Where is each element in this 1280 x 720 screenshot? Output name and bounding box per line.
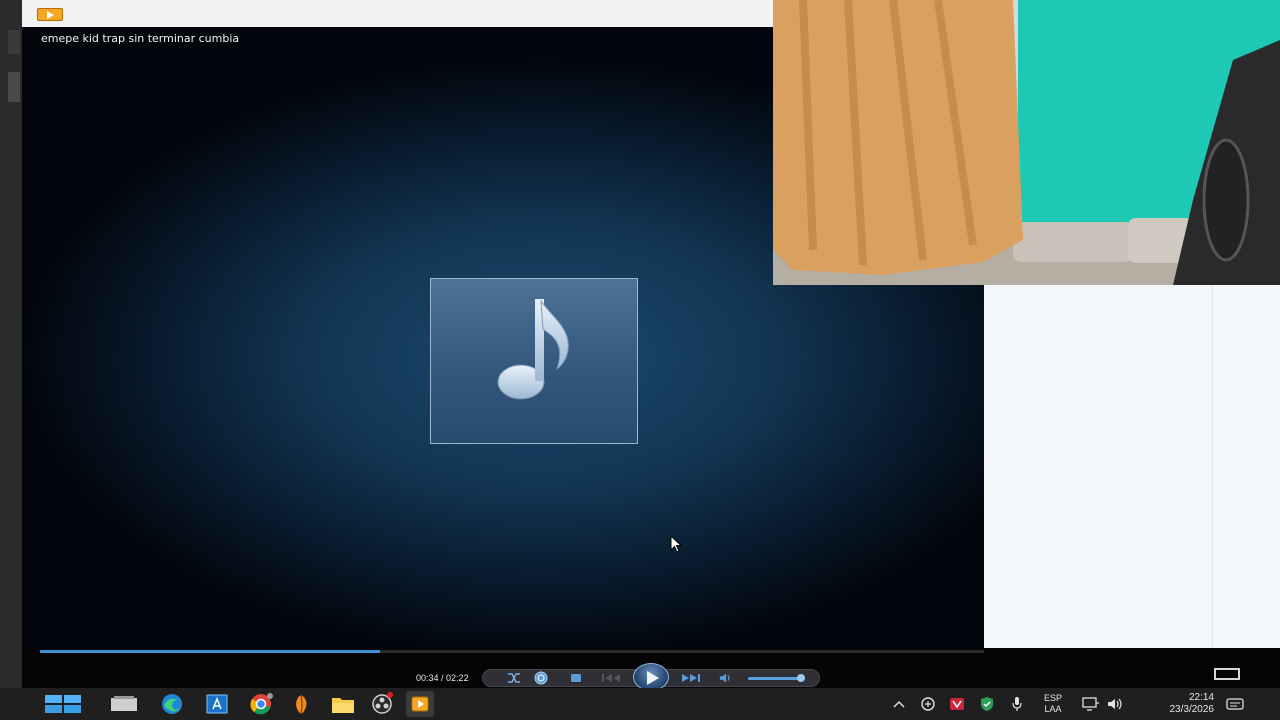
media-player-app-icon bbox=[37, 8, 63, 21]
obs-button[interactable] bbox=[370, 692, 394, 716]
store-icon bbox=[206, 694, 228, 714]
shuffle-button[interactable] bbox=[507, 672, 521, 684]
clock-time: 22:14 bbox=[1188, 692, 1214, 703]
previous-button[interactable] bbox=[598, 672, 626, 684]
language-line2: LAA bbox=[1044, 704, 1062, 714]
webcam-feed-image bbox=[773, 0, 1280, 285]
tray-item-sync[interactable] bbox=[919, 696, 937, 712]
tray-network[interactable] bbox=[1082, 696, 1100, 712]
mute-icon bbox=[719, 673, 730, 683]
time-readout: 00:34 / 02:22 bbox=[416, 673, 469, 683]
next-icon bbox=[682, 674, 700, 682]
time-separator: / bbox=[438, 673, 447, 683]
start-button[interactable] bbox=[44, 692, 81, 716]
seek-progress bbox=[40, 650, 380, 653]
start-icon bbox=[44, 695, 81, 713]
volume-slider[interactable] bbox=[748, 677, 804, 680]
stop-button[interactable] bbox=[569, 672, 583, 684]
media-player-taskbar-button[interactable] bbox=[406, 691, 434, 717]
system-clock[interactable]: 22:14 23/3/2026 bbox=[1136, 692, 1215, 716]
background-window-panel bbox=[984, 285, 1280, 648]
chrome-icon bbox=[250, 693, 273, 715]
edge-button[interactable] bbox=[160, 692, 184, 716]
tray-item-security[interactable] bbox=[978, 696, 996, 712]
store-button[interactable] bbox=[205, 692, 229, 716]
chevron-up-icon bbox=[893, 700, 905, 708]
language-line1: ESP bbox=[1043, 693, 1062, 703]
file-explorer-icon bbox=[332, 698, 354, 713]
playback-controls: 00:34 / 02:22 bbox=[22, 648, 984, 691]
previous-icon bbox=[602, 674, 620, 682]
red-app-icon bbox=[950, 698, 964, 710]
seek-bar[interactable] bbox=[40, 650, 984, 653]
chrome-button[interactable] bbox=[249, 692, 273, 716]
media-player-icon bbox=[411, 696, 429, 712]
tray-volume[interactable] bbox=[1107, 696, 1125, 712]
notification-icon bbox=[1226, 698, 1244, 710]
scrollbar-thumb[interactable] bbox=[8, 72, 20, 102]
tray-item-microphone[interactable] bbox=[1008, 696, 1026, 712]
scrollbar-arrow[interactable] bbox=[8, 30, 20, 54]
obs-icon bbox=[372, 692, 393, 714]
speaker-icon bbox=[1108, 698, 1122, 710]
repeat-button[interactable] bbox=[534, 671, 548, 685]
network-icon bbox=[1082, 697, 1099, 711]
panel-divider bbox=[1212, 285, 1213, 648]
fl-studio-icon bbox=[296, 694, 307, 715]
file-explorer-button[interactable] bbox=[330, 692, 356, 716]
next-button[interactable] bbox=[680, 672, 702, 684]
album-art-placeholder bbox=[430, 278, 638, 444]
task-view-icon bbox=[111, 696, 137, 711]
time-total: 02:22 bbox=[446, 673, 469, 683]
show-hidden-icons-button[interactable] bbox=[890, 696, 908, 712]
repeat-icon bbox=[534, 671, 548, 685]
sync-icon bbox=[921, 697, 935, 711]
mute-button[interactable] bbox=[719, 672, 733, 684]
time-current: 00:34 bbox=[416, 673, 439, 683]
switch-to-library-button[interactable] bbox=[1214, 668, 1240, 680]
webcam-overlay bbox=[773, 0, 1280, 285]
notification-center-button[interactable] bbox=[1226, 696, 1244, 712]
music-note-icon bbox=[497, 299, 569, 400]
media-title: emepe kid trap sin terminar cumbia bbox=[41, 32, 240, 45]
microphone-icon bbox=[1012, 697, 1022, 711]
shuffle-icon bbox=[508, 673, 520, 683]
stop-icon bbox=[571, 674, 581, 682]
input-language-indicator[interactable]: ESP LAA bbox=[1040, 693, 1066, 715]
edge-icon bbox=[162, 694, 182, 714]
taskbar: ESP LAA 22:14 23/3/2026 bbox=[0, 688, 1280, 720]
shield-icon bbox=[981, 697, 993, 711]
tray-item-app[interactable] bbox=[948, 696, 966, 712]
mouse-cursor-icon bbox=[670, 535, 682, 553]
clock-date: 23/3/2026 bbox=[1169, 704, 1215, 715]
background-window-strip bbox=[0, 0, 22, 688]
play-button[interactable] bbox=[633, 663, 669, 691]
fl-studio-button[interactable] bbox=[289, 692, 313, 716]
task-view-button[interactable] bbox=[110, 692, 138, 716]
